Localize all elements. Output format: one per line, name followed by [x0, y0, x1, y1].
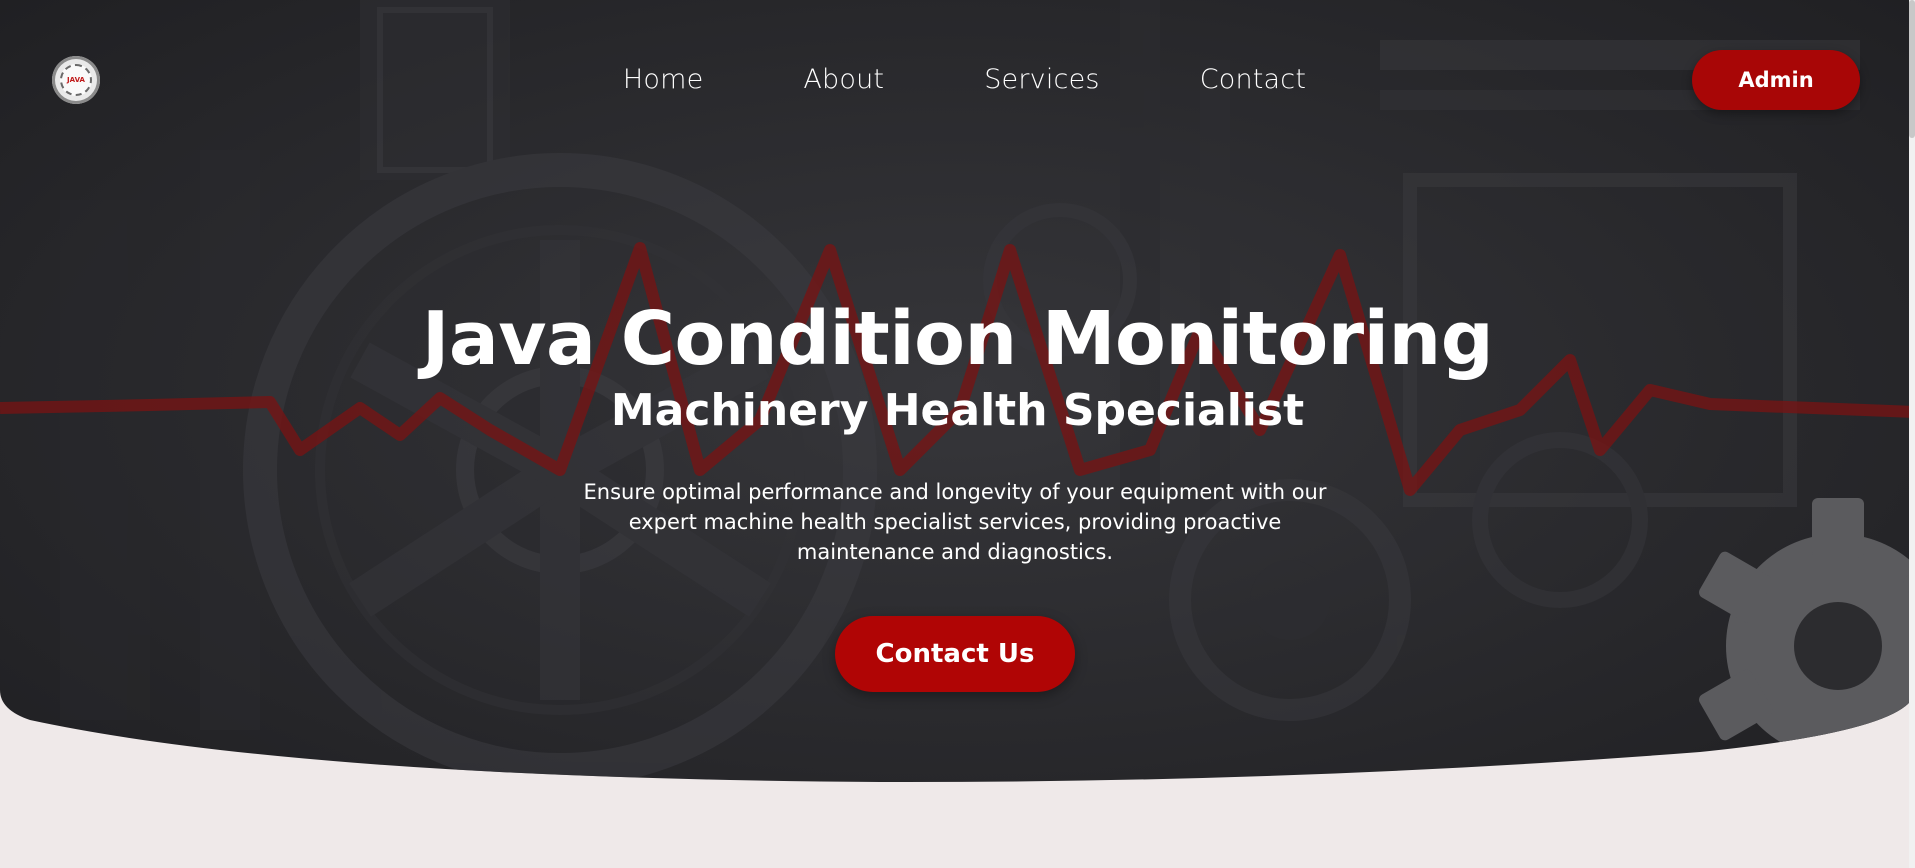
- scrollbar-thumb[interactable]: [1909, 0, 1915, 138]
- hero-description: Ensure optimal performance and longevity…: [583, 480, 1327, 564]
- nav-link-home[interactable]: Home: [599, 58, 728, 102]
- nav-link-contact[interactable]: Contact: [1176, 58, 1330, 102]
- nav-link-services[interactable]: Services: [960, 58, 1123, 102]
- page: JAVA Home About Services Contact Admin J…: [0, 0, 1915, 868]
- nav-list: Home About Services Contact: [573, 58, 1356, 102]
- contact-us-button[interactable]: Contact Us: [835, 616, 1075, 692]
- admin-button[interactable]: Admin: [1692, 50, 1860, 110]
- nav-link-about[interactable]: About: [779, 58, 908, 102]
- logo[interactable]: JAVA: [52, 56, 100, 104]
- bearing-logo-icon: JAVA: [60, 64, 92, 96]
- hero-subtitle: Machinery Health Specialist: [610, 385, 1305, 436]
- scrollbar[interactable]: [1909, 0, 1915, 868]
- hero-title: Java Condition Monitoring: [421, 296, 1494, 382]
- logo-text: JAVA: [67, 76, 85, 84]
